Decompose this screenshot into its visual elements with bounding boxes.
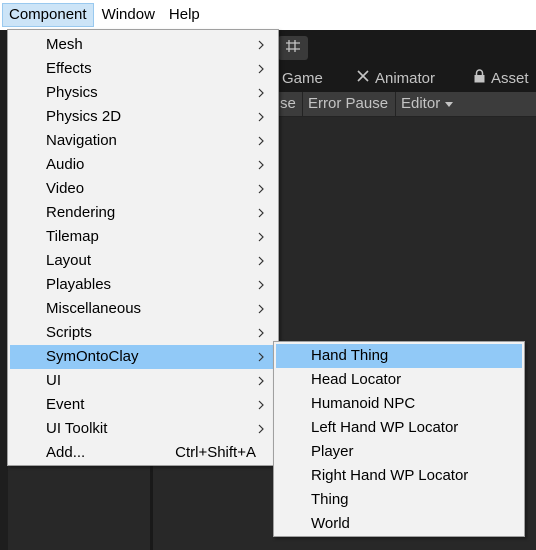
menu-item-miscellaneous[interactable]: Miscellaneous	[10, 297, 276, 321]
chevron-right-icon	[256, 273, 266, 297]
chevron-right-icon	[256, 201, 266, 225]
menu-item-label: Physics	[46, 84, 98, 101]
menu-item-physics-2d[interactable]: Physics 2D	[10, 105, 276, 129]
chevron-right-icon	[256, 345, 266, 369]
menu-item-event[interactable]: Event	[10, 393, 276, 417]
toolbar-partial-label: se	[280, 95, 296, 112]
chevron-right-icon	[256, 369, 266, 393]
error-pause-label: Error Pause	[308, 95, 389, 112]
menubar-item-label: Help	[168, 6, 200, 23]
menu-item-label: Rendering	[46, 204, 116, 221]
menu-item-label: World	[311, 515, 350, 532]
component-menu: Mesh Effects Physics Physics 2D Navigati…	[7, 29, 279, 466]
menu-item-label: Scripts	[46, 324, 92, 341]
menu-item-layout[interactable]: Layout	[10, 249, 276, 273]
menu-item-humanoid-npc[interactable]: Humanoid NPC	[276, 392, 522, 416]
caret-down-icon	[444, 95, 454, 112]
chevron-right-icon	[256, 33, 266, 57]
menu-item-add[interactable]: Add... Ctrl+Shift+A	[10, 441, 276, 465]
menu-item-mesh[interactable]: Mesh	[10, 33, 276, 57]
menubar-item-window[interactable]: Window	[96, 3, 161, 27]
menu-item-player[interactable]: Player	[276, 440, 522, 464]
menu-item-label: Player	[311, 443, 354, 460]
symontoclay-submenu: Hand Thing Head Locator Humanoid NPC Lef…	[273, 341, 525, 537]
menu-item-label: Thing	[311, 491, 349, 508]
menu-item-label: Right Hand WP Locator	[311, 467, 469, 484]
tab-animator-label: Animator	[375, 70, 436, 87]
editor-dropdown-label: Editor	[401, 95, 441, 112]
grid-snap-button[interactable]	[278, 36, 308, 60]
menu-item-ui[interactable]: UI	[10, 369, 276, 393]
grid-icon	[285, 38, 301, 58]
menu-item-effects[interactable]: Effects	[10, 57, 276, 81]
menu-item-label: Tilemap	[46, 228, 99, 245]
menu-item-video[interactable]: Video	[10, 177, 276, 201]
menu-item-label: Playables	[46, 276, 112, 293]
menu-item-label: Effects	[46, 60, 92, 77]
menu-item-playables[interactable]: Playables	[10, 273, 276, 297]
menu-bar: Component Window Help	[0, 0, 536, 30]
menu-item-shortcut: Ctrl+Shift+A	[175, 444, 256, 461]
menu-item-label: Audio	[46, 156, 85, 173]
panel-divider	[150, 466, 153, 550]
menu-item-ui-toolkit[interactable]: UI Toolkit	[10, 417, 276, 441]
menu-item-label: Navigation	[46, 132, 117, 149]
chevron-right-icon	[256, 177, 266, 201]
menu-item-rendering[interactable]: Rendering	[10, 201, 276, 225]
menu-item-tilemap[interactable]: Tilemap	[10, 225, 276, 249]
menu-item-label: Physics 2D	[46, 108, 122, 125]
menu-item-label: UI Toolkit	[46, 420, 108, 437]
tab-asset[interactable]: Asset	[473, 66, 529, 92]
menu-item-label: Hand Thing	[311, 347, 389, 364]
menu-item-navigation[interactable]: Navigation	[10, 129, 276, 153]
menu-item-left-hand-wp-locator[interactable]: Left Hand WP Locator	[276, 416, 522, 440]
error-pause-button[interactable]: Error Pause	[303, 92, 393, 116]
chevron-right-icon	[256, 393, 266, 417]
tab-asset-label: Asset	[491, 70, 529, 87]
menu-item-label: Event	[46, 396, 85, 413]
chevron-right-icon	[256, 81, 266, 105]
menu-item-physics[interactable]: Physics	[10, 81, 276, 105]
menubar-item-label: Component	[9, 6, 87, 23]
menu-item-label: Miscellaneous	[46, 300, 142, 317]
tab-animator[interactable]: Animator	[356, 66, 435, 92]
menu-item-label: Humanoid NPC	[311, 395, 416, 412]
menu-item-label: Head Locator	[311, 371, 402, 388]
chevron-right-icon	[256, 297, 266, 321]
menu-item-label: UI	[46, 372, 61, 389]
menu-item-label: Left Hand WP Locator	[311, 419, 459, 436]
menu-item-world[interactable]: World	[276, 512, 522, 536]
chevron-right-icon	[256, 153, 266, 177]
menu-item-hand-thing[interactable]: Hand Thing	[276, 344, 522, 368]
menu-item-label: Add...	[46, 444, 86, 461]
menu-item-right-hand-wp-locator[interactable]: Right Hand WP Locator	[276, 464, 522, 488]
chevron-right-icon	[256, 105, 266, 129]
menubar-item-help[interactable]: Help	[163, 3, 206, 27]
chevron-right-icon	[256, 129, 266, 153]
chevron-right-icon	[256, 57, 266, 81]
lock-icon	[473, 66, 486, 92]
menubar-item-label: Window	[101, 6, 155, 23]
chevron-right-icon	[256, 225, 266, 249]
menu-item-thing[interactable]: Thing	[276, 488, 522, 512]
chevron-right-icon	[256, 321, 266, 345]
editor-dropdown[interactable]: Editor	[396, 92, 459, 116]
menu-item-label: Layout	[46, 252, 92, 269]
menu-item-audio[interactable]: Audio	[10, 153, 276, 177]
menu-item-symontoclay[interactable]: SymOntoClay	[10, 345, 276, 369]
menu-item-label: Mesh	[46, 36, 83, 53]
menubar-item-component[interactable]: Component	[2, 3, 94, 27]
chevron-right-icon	[256, 249, 266, 273]
tab-game[interactable]: Game	[282, 66, 323, 92]
tab-game-label: Game	[282, 70, 323, 87]
menu-item-label: Video	[46, 180, 85, 197]
chevron-right-icon	[256, 417, 266, 441]
menu-item-label: SymOntoClay	[46, 348, 139, 365]
animator-icon	[356, 66, 370, 92]
editor-top-strip	[278, 30, 536, 66]
menu-item-scripts[interactable]: Scripts	[10, 321, 276, 345]
menu-item-head-locator[interactable]: Head Locator	[276, 368, 522, 392]
